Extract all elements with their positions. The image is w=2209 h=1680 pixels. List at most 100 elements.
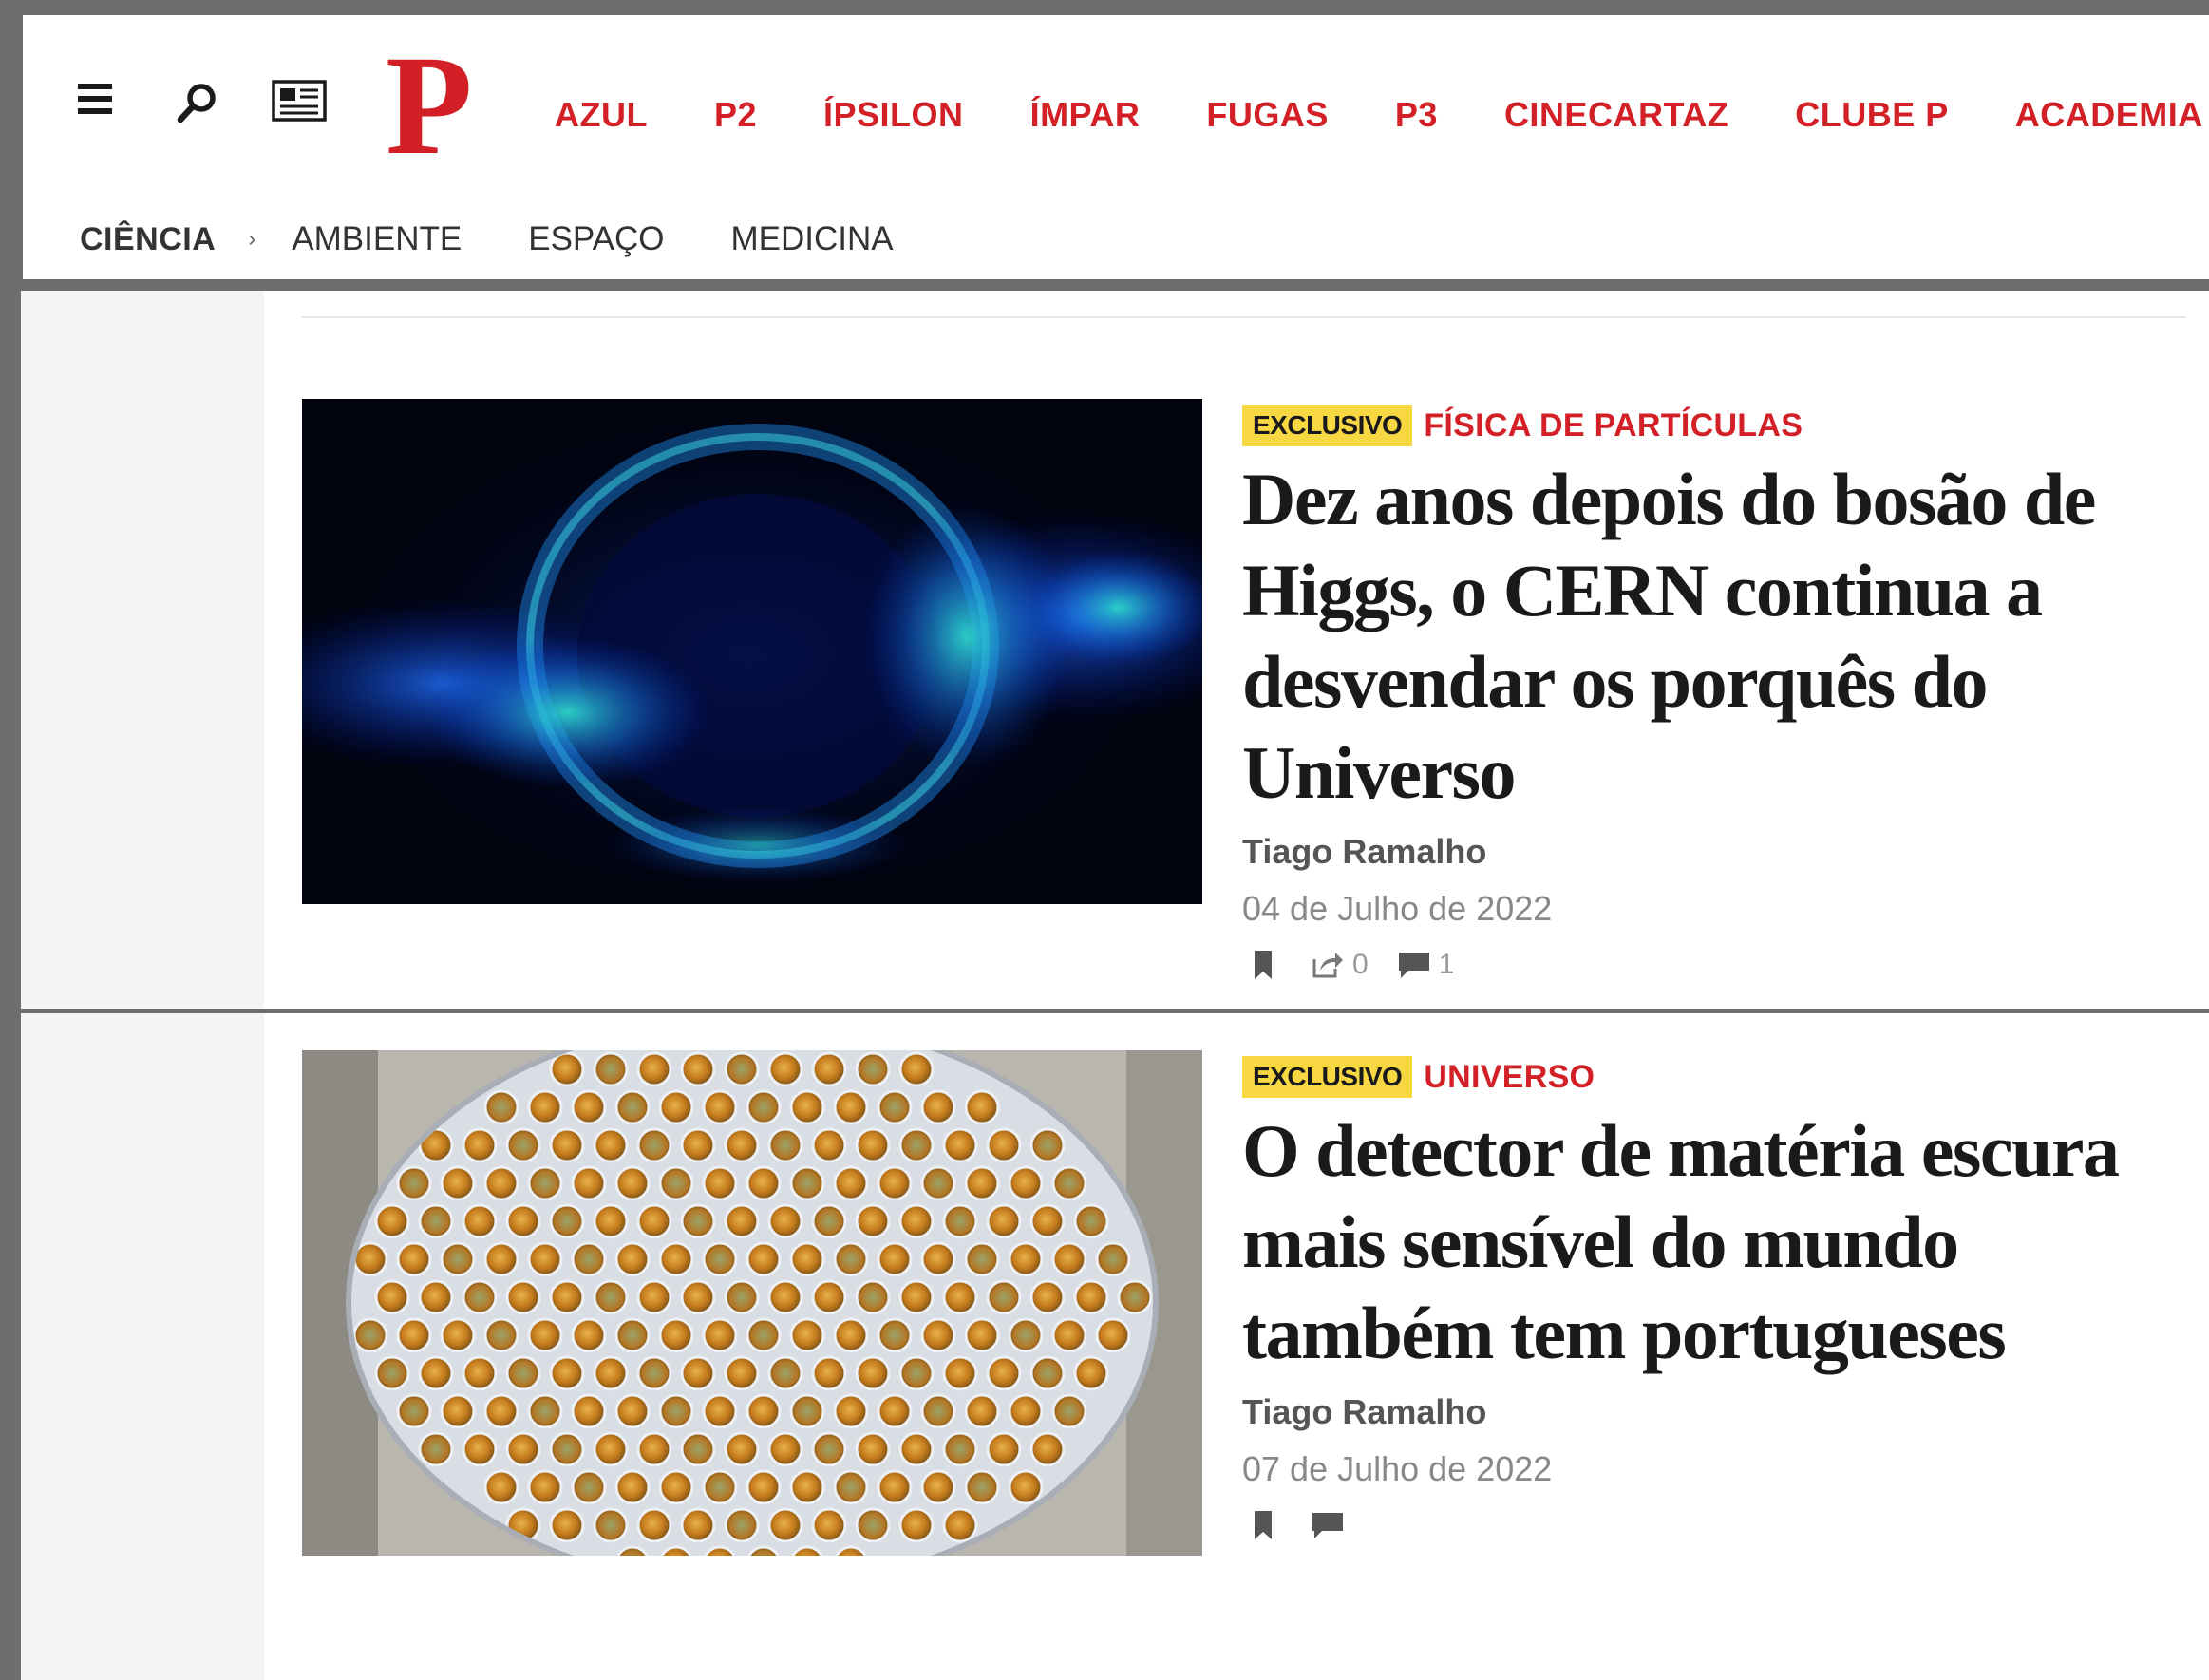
photomultiplier-tube	[724, 1507, 760, 1543]
section-title[interactable]: CIÊNCIA	[80, 221, 216, 258]
article-author[interactable]: Tiago Ramalho	[1242, 1392, 2192, 1432]
photomultiplier-tube	[877, 1089, 913, 1125]
photomultiplier-tube	[593, 1507, 629, 1543]
sub-nav-item-medicina[interactable]: MEDICINA	[731, 220, 894, 258]
photomultiplier-tube	[614, 1089, 651, 1125]
photomultiplier-tube	[680, 1051, 716, 1087]
top-nav-item-azul[interactable]: AZUL	[555, 95, 648, 135]
newspaper-icon[interactable]	[270, 78, 329, 125]
photomultiplier-tube	[986, 1127, 1022, 1163]
photomultiplier-tube	[877, 1317, 913, 1353]
photomultiplier-tube	[855, 1051, 891, 1087]
photomultiplier-tube	[549, 1507, 585, 1543]
photomultiplier-tube	[549, 1051, 585, 1087]
top-nav-item-academia-p[interactable]: ACADEMIA P	[2015, 95, 2209, 135]
top-nav: AZUL P2 ÍPSILON ÍMPAR FUGAS P3 CINECARTA…	[555, 95, 2209, 135]
top-nav-item-ipsilon[interactable]: ÍPSILON	[823, 95, 964, 135]
photomultiplier-tube	[1051, 1165, 1087, 1201]
photomultiplier-tube	[746, 1165, 782, 1201]
photomultiplier-tube	[614, 1241, 651, 1277]
top-nav-item-fugas[interactable]: FUGAS	[1206, 95, 1329, 135]
photomultiplier-tube	[702, 1241, 738, 1277]
photomultiplier-tube	[833, 1393, 869, 1429]
photomultiplier-tube	[789, 1089, 825, 1125]
photomultiplier-tube	[527, 1393, 563, 1429]
photomultiplier-tube	[374, 1279, 410, 1315]
photomultiplier-tube	[855, 1279, 891, 1315]
photomultiplier-tube	[898, 1507, 935, 1543]
publico-logo[interactable]: P	[386, 34, 473, 177]
site-header: P AZUL P2 ÍPSILON ÍMPAR FUGAS P3 CINECAR…	[23, 15, 2209, 279]
photomultiplier-tube	[593, 1203, 629, 1239]
photomultiplier-tube	[636, 1203, 672, 1239]
photomultiplier-tube	[440, 1165, 476, 1201]
sub-nav-item-espaco[interactable]: ESPAÇO	[528, 220, 664, 258]
photomultiplier-tube	[898, 1431, 935, 1467]
hamburger-menu-icon[interactable]	[76, 80, 114, 118]
photomultiplier-tube	[1117, 1279, 1153, 1315]
photomultiplier-tube	[920, 1165, 956, 1201]
bookmark-icon[interactable]	[1252, 949, 1274, 981]
breadcrumb-separator-icon: ›	[248, 226, 256, 252]
photomultiplier-tube	[636, 1127, 672, 1163]
photomultiplier-tube	[811, 1279, 847, 1315]
photomultiplier-tube	[920, 1089, 956, 1125]
comment-icon[interactable]	[1311, 1510, 1345, 1540]
top-nav-item-clube-p[interactable]: CLUBE P	[1795, 95, 1949, 135]
sub-nav-item-ambiente[interactable]: AMBIENTE	[292, 220, 462, 258]
photomultiplier-tube	[636, 1507, 672, 1543]
photomultiplier-tube	[942, 1507, 978, 1543]
top-nav-item-impar[interactable]: ÍMPAR	[1030, 95, 1141, 135]
photomultiplier-tube	[942, 1431, 978, 1467]
photomultiplier-tube	[702, 1165, 738, 1201]
photomultiplier-tube	[789, 1165, 825, 1201]
article-image-detector-array[interactable]	[302, 1050, 1202, 1556]
article-date: 04 de Julho de 2022	[1242, 889, 1553, 928]
search-icon[interactable]	[175, 80, 220, 125]
top-nav-item-cinecartaz[interactable]: CINECARTAZ	[1504, 95, 1728, 135]
photomultiplier-tube	[636, 1431, 672, 1467]
article-tags: EXCLUSIVO FÍSICA DE PARTÍCULAS	[1242, 403, 2192, 448]
photomultiplier-tube	[724, 1127, 760, 1163]
article-headline[interactable]: O detector de matéria escura mais sensív…	[1242, 1105, 2192, 1379]
share-icon[interactable]	[1311, 950, 1345, 980]
photomultiplier-tube	[658, 1165, 694, 1201]
article-category[interactable]: UNIVERSO	[1424, 1059, 1595, 1096]
photomultiplier-tube	[636, 1355, 672, 1391]
top-nav-item-p2[interactable]: P2	[714, 95, 757, 135]
photomultiplier-tube	[1073, 1279, 1109, 1315]
comment-count: 1	[1438, 949, 1455, 980]
article-headline[interactable]: Dez anos depois do bosão de Higgs, o CER…	[1242, 454, 2192, 819]
photomultiplier-tube	[1008, 1393, 1044, 1429]
top-nav-item-p3[interactable]: P3	[1395, 95, 1438, 135]
photomultiplier-tube	[789, 1317, 825, 1353]
photomultiplier-tube	[527, 1469, 563, 1505]
photomultiplier-tube	[789, 1469, 825, 1505]
article-date: 07 de Julho de 2022	[1242, 1449, 1553, 1488]
comment-icon[interactable]	[1397, 950, 1431, 980]
photomultiplier-tube	[462, 1127, 498, 1163]
photomultiplier-tube	[1029, 1279, 1066, 1315]
photomultiplier-tube	[767, 1279, 803, 1315]
article-author[interactable]: Tiago Ramalho	[1242, 832, 2192, 872]
photomultiplier-tube	[352, 1241, 388, 1277]
photomultiplier-tube	[746, 1393, 782, 1429]
article-image-particle-cloud[interactable]	[302, 399, 1202, 904]
photomultiplier-tube	[986, 1279, 1022, 1315]
photomultiplier-tube	[877, 1241, 913, 1277]
photomultiplier-tube	[855, 1431, 891, 1467]
photomultiplier-tube	[549, 1431, 585, 1467]
photomultiplier-tube	[920, 1393, 956, 1429]
photomultiplier-tube	[680, 1431, 716, 1467]
photomultiplier-tube	[1008, 1317, 1044, 1353]
photomultiplier-tube	[483, 1165, 519, 1201]
bookmark-icon[interactable]	[1252, 1509, 1274, 1541]
photomultiplier-tube	[1008, 1469, 1044, 1505]
photomultiplier-tube	[549, 1355, 585, 1391]
photomultiplier-tube	[964, 1317, 1000, 1353]
article-category[interactable]: FÍSICA DE PARTÍCULAS	[1424, 407, 1803, 444]
photomultiplier-tube	[1008, 1165, 1044, 1201]
photomultiplier-tube	[1095, 1317, 1131, 1353]
photomultiplier-tube	[527, 1165, 563, 1201]
photomultiplier-tube	[396, 1165, 432, 1201]
